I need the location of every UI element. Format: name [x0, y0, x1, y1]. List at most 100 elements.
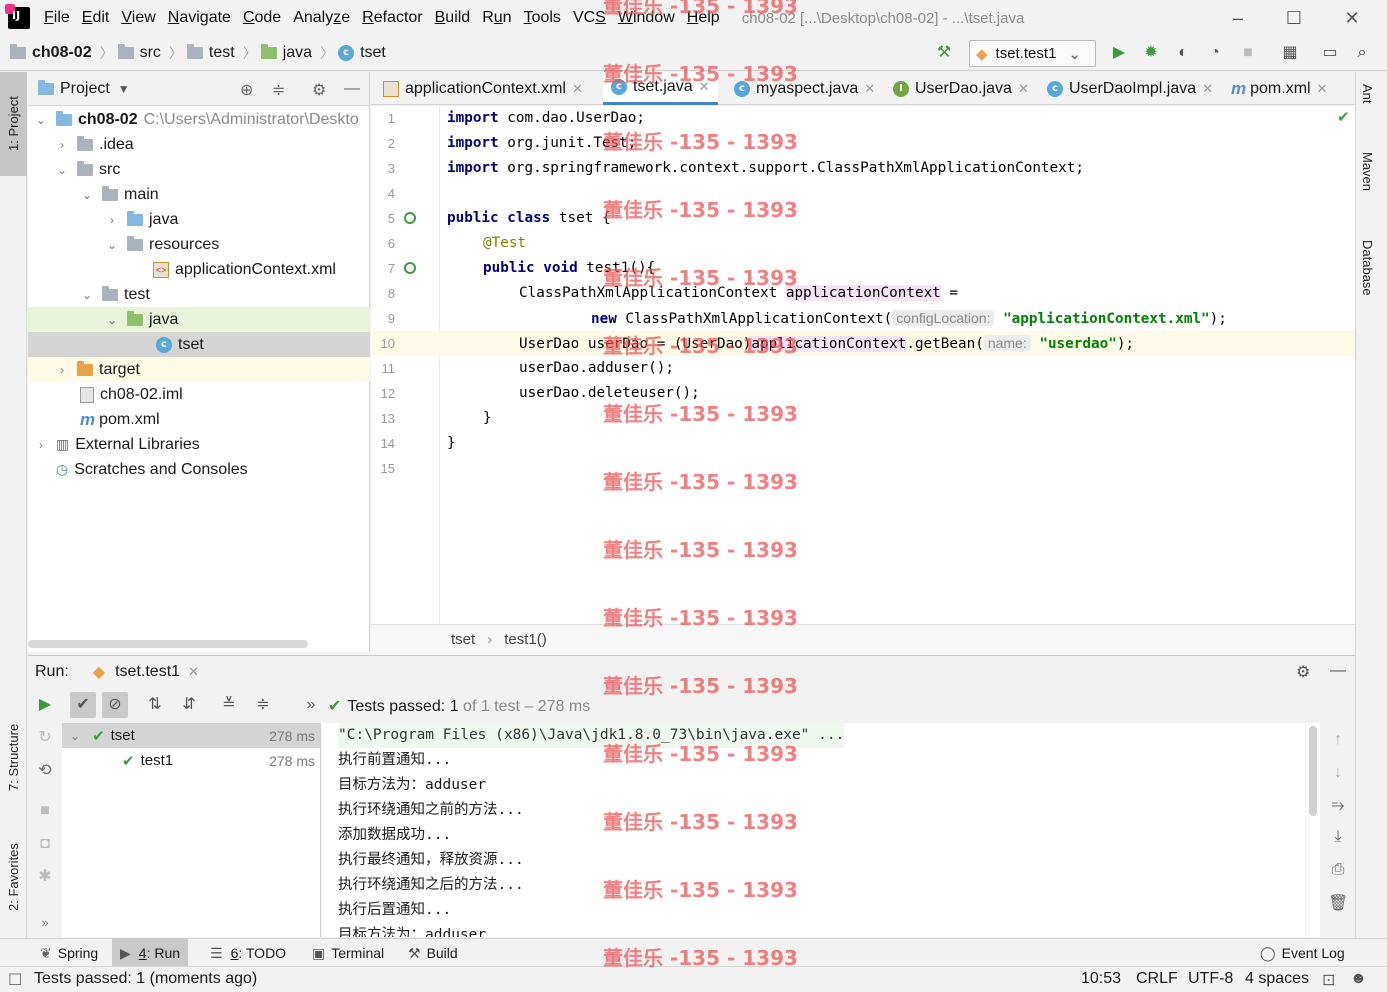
status-message[interactable]: Tests passed: 1 (moments ago): [34, 970, 257, 988]
collapse-all-icon[interactable]: ≑: [250, 692, 276, 718]
close-tab-icon[interactable]: ✕: [699, 79, 710, 95]
tab-tset[interactable]: c tset.java ✕: [603, 72, 718, 105]
collapse-all-icon[interactable]: ≑: [272, 80, 285, 100]
run-test-gutter-icon[interactable]: [404, 212, 416, 224]
tree-node-test-java[interactable]: ⌄ java: [28, 307, 370, 332]
indent-setting[interactable]: 4 spaces: [1245, 970, 1309, 988]
database-tool-tab[interactable]: Database: [1360, 240, 1375, 296]
tree-node-root[interactable]: ⌄ ch08-02 C:\Users\Administrator\Deskto: [28, 107, 370, 132]
close-tab-icon[interactable]: ✕: [1317, 81, 1328, 97]
breadcrumb-method[interactable]: test1(): [504, 631, 547, 648]
crumb-java[interactable]: java: [260, 44, 312, 62]
test-node-method[interactable]: ✔ test1 278 ms: [62, 748, 321, 773]
tree-node-target[interactable]: › target: [28, 357, 370, 382]
tree-node-main[interactable]: ⌄ main: [28, 182, 370, 207]
minimize-icon[interactable]: –: [1228, 8, 1248, 29]
crumb-project[interactable]: ch08-02: [10, 44, 92, 62]
scroll-to-end-icon[interactable]: ⤓: [1328, 828, 1348, 846]
breadcrumb-class[interactable]: tset: [451, 631, 475, 648]
menu-file[interactable]: File: [44, 9, 70, 27]
sort-alpha-icon[interactable]: ⇅: [142, 692, 168, 718]
presentation-icon[interactable]: ▭: [1320, 43, 1340, 63]
file-encoding[interactable]: UTF-8: [1188, 970, 1233, 988]
more-icon[interactable]: »: [32, 910, 58, 936]
tab-pom[interactable]: m pom.xml ✕: [1223, 72, 1335, 105]
profiler-icon[interactable]: ◔: [1205, 43, 1225, 63]
gear-icon[interactable]: ⚙: [1296, 662, 1310, 682]
test-node-class[interactable]: ⌄ ✔ tset 278 ms: [62, 723, 321, 748]
toggle-autotest-icon[interactable]: ⟲: [32, 758, 58, 784]
tree-node-idea[interactable]: › .idea: [28, 132, 370, 157]
run-tool-tab[interactable]: ▶ 4: Run: [112, 939, 189, 967]
close-tab-icon[interactable]: ✕: [188, 664, 199, 680]
rerun-failed-icon[interactable]: ↻: [32, 725, 58, 751]
more-icon[interactable]: »: [298, 692, 324, 718]
crumb-tset[interactable]: c tset: [338, 44, 386, 62]
show-passed-icon[interactable]: ✔: [70, 692, 96, 718]
terminal-tool-tab[interactable]: ▣ Terminal: [304, 939, 392, 967]
menu-tools[interactable]: Tools: [524, 9, 561, 27]
run-tab[interactable]: tset.test1: [115, 663, 180, 681]
sort-duration-icon[interactable]: ⇵: [176, 692, 202, 718]
line-separator[interactable]: CRLF: [1136, 970, 1178, 988]
hide-panel-icon[interactable]: —: [1330, 662, 1346, 680]
inspector-icon[interactable]: ☻: [1350, 970, 1367, 988]
tree-node-tset[interactable]: c tset: [28, 332, 370, 357]
run-test-gutter-icon[interactable]: [404, 262, 416, 274]
console-scroll-thumb[interactable]: [1309, 726, 1317, 816]
tab-application-context[interactable]: applicationContext.xml ✕: [375, 72, 591, 105]
tree-node-resources[interactable]: ⌄ resources: [28, 232, 370, 257]
lock-icon[interactable]: ⊡: [1322, 970, 1335, 990]
menu-view[interactable]: View: [121, 9, 155, 27]
menu-code[interactable]: Code: [243, 9, 281, 27]
export-icon[interactable]: ✱: [32, 864, 58, 890]
stop-icon[interactable]: ■: [32, 798, 58, 824]
run-configuration-select[interactable]: ◆ tset.test1 ⌄: [969, 40, 1096, 67]
build-hammer-icon[interactable]: ⚒: [934, 43, 954, 63]
tab-userdaoimpl[interactable]: c UserDaoImpl.java ✕: [1039, 72, 1221, 105]
tree-node-test[interactable]: ⌄ test: [28, 282, 370, 307]
tab-userdao[interactable]: I UserDao.java ✕: [885, 72, 1037, 105]
menu-refactor[interactable]: Refactor: [362, 9, 422, 27]
caret-position[interactable]: 10:53: [1081, 970, 1121, 988]
rerun-icon[interactable]: ▶: [32, 692, 58, 718]
camera-icon[interactable]: ◘: [32, 831, 58, 857]
up-arrow-icon[interactable]: ↑: [1328, 731, 1348, 749]
tree-node-main-java[interactable]: › java: [28, 207, 370, 232]
stop-icon[interactable]: ■: [1238, 43, 1258, 63]
expand-all-icon[interactable]: ≚: [216, 692, 242, 718]
menu-help[interactable]: Help: [687, 9, 720, 27]
tree-node-src[interactable]: ⌄ src: [28, 157, 370, 182]
close-tab-icon[interactable]: ✕: [864, 81, 875, 97]
project-view-select[interactable]: Project: [60, 80, 110, 98]
horizontal-scrollbar[interactable]: [28, 640, 308, 648]
chevron-down-icon[interactable]: ▼: [118, 82, 130, 96]
show-ignored-icon[interactable]: ⊘: [102, 692, 128, 718]
crumb-src[interactable]: src: [117, 44, 161, 62]
soft-wrap-icon[interactable]: ⥱: [1328, 797, 1348, 815]
tree-node-scratches[interactable]: ◷ Scratches and Consoles: [28, 457, 370, 482]
maven-tool-tab[interactable]: Maven: [1360, 152, 1375, 191]
maximize-icon[interactable]: ☐: [1284, 8, 1304, 29]
menu-edit[interactable]: Edit: [82, 9, 110, 27]
menu-build[interactable]: Build: [435, 9, 471, 27]
structure-tool-tab[interactable]: 7: Structure: [0, 702, 27, 812]
event-log-tool-tab[interactable]: ◯ Event Log: [1252, 939, 1353, 967]
status-toggle-icon[interactable]: ☐: [8, 970, 22, 990]
trash-icon[interactable]: 🗑: [1328, 893, 1348, 913]
menu-vcs[interactable]: VCS: [573, 9, 606, 27]
hide-panel-icon[interactable]: —: [344, 80, 360, 98]
close-window-icon[interactable]: ✕: [1342, 8, 1362, 29]
project-tool-tab[interactable]: 1: Project: [0, 72, 27, 176]
menu-navigate[interactable]: Navigate: [168, 9, 231, 27]
tab-myaspect[interactable]: c myaspect.java ✕: [726, 72, 883, 105]
inspection-ok-icon[interactable]: ✔: [1337, 108, 1350, 126]
run-icon[interactable]: ▶: [1109, 43, 1129, 63]
debug-icon[interactable]: ✹: [1141, 43, 1161, 63]
menu-run[interactable]: Run: [482, 9, 511, 27]
console-output[interactable]: "C:\Program Files (x86)\Java\jdk1.8.0_73…: [322, 723, 1305, 937]
menu-analyze[interactable]: Analyze: [293, 9, 350, 27]
search-icon[interactable]: ⌕: [1352, 43, 1372, 63]
favorites-tool-tab[interactable]: 2: Favorites: [0, 822, 27, 932]
tree-node-application-context[interactable]: <> applicationContext.xml: [28, 257, 370, 282]
